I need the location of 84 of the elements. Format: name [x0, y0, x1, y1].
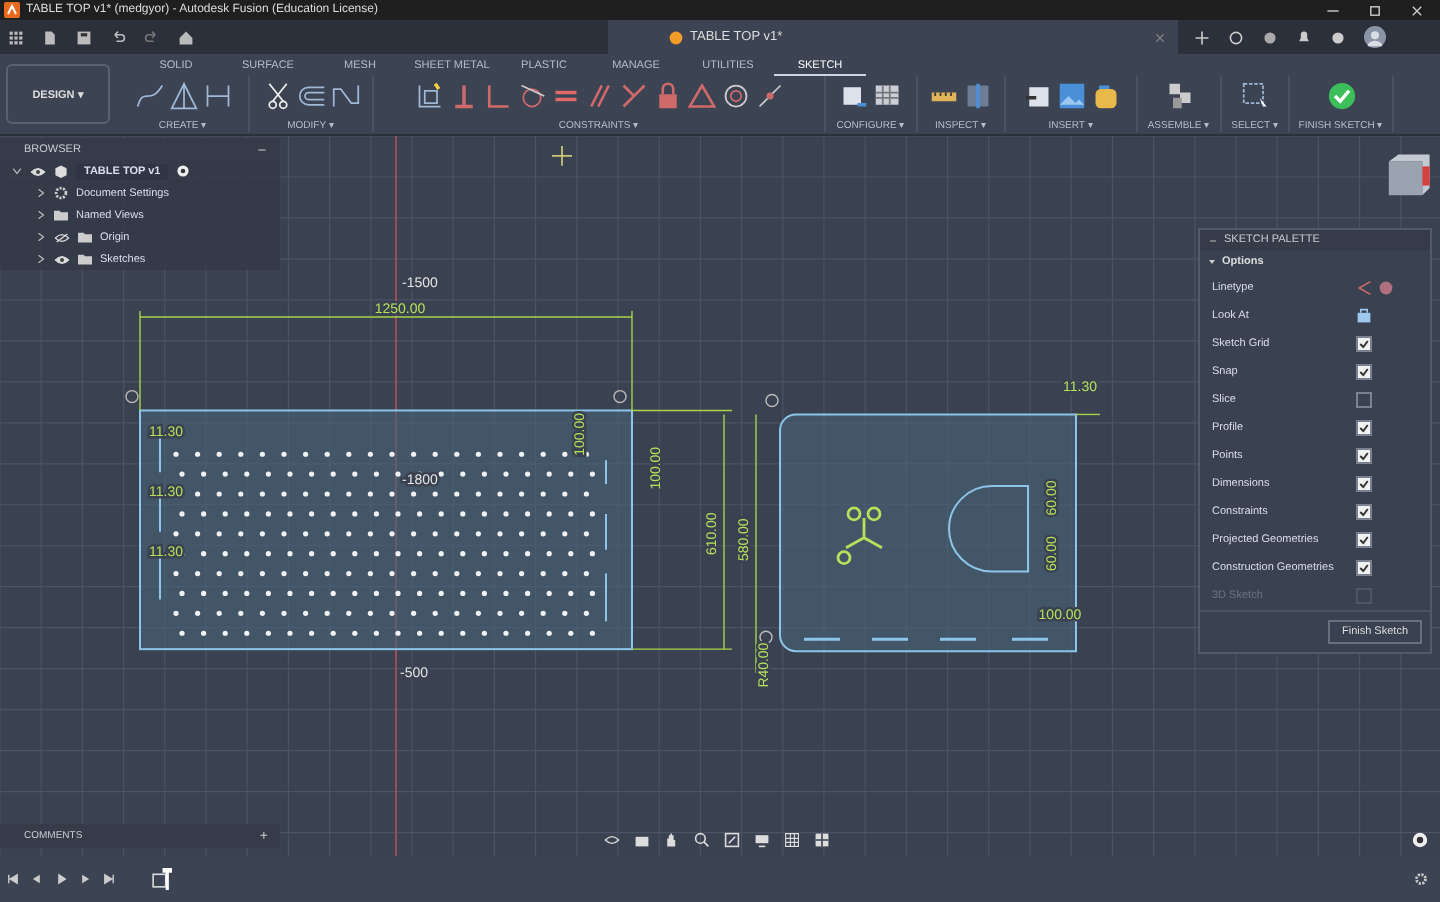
display-icon[interactable]	[754, 832, 770, 848]
section-icon[interactable]	[964, 81, 992, 109]
checkbox[interactable]	[1356, 448, 1372, 464]
select-icon[interactable]	[1241, 81, 1269, 109]
last-frame-icon[interactable]	[102, 872, 116, 886]
gear-icon	[54, 186, 68, 200]
caret-icon[interactable]	[1208, 258, 1216, 266]
collapse-icon[interactable]	[1208, 235, 1218, 245]
undo-icon[interactable]	[110, 29, 126, 45]
side-panel-profile[interactable]	[779, 413, 1077, 653]
perpendicular-icon[interactable]	[449, 81, 477, 109]
parallel-icon[interactable]	[585, 81, 613, 109]
image-icon[interactable]	[1057, 81, 1085, 109]
grid-menu-icon[interactable]	[8, 29, 24, 45]
settings-icon[interactable]	[1414, 872, 1428, 886]
collapse-icon[interactable]	[256, 143, 268, 155]
redo-icon[interactable]	[144, 29, 160, 45]
bell-icon[interactable]	[1296, 29, 1312, 45]
view-cube-icon[interactable]	[1384, 152, 1432, 200]
checkbox[interactable]	[1356, 420, 1372, 436]
h-shape-icon[interactable]	[203, 81, 231, 109]
cursor-crosshair-icon	[551, 145, 573, 167]
spline-icon[interactable]	[135, 81, 163, 109]
assemble-icon[interactable]	[1165, 81, 1193, 109]
maximize-icon[interactable]	[1368, 3, 1382, 17]
orientation-icon[interactable]	[1412, 832, 1428, 848]
previous-icon[interactable]	[30, 872, 44, 886]
triangle-icon[interactable]	[687, 81, 715, 109]
l-shape-icon[interactable]	[483, 81, 511, 109]
logo-drawing	[836, 506, 884, 565]
orbit-icon[interactable]	[604, 832, 620, 848]
offset-icon[interactable]	[297, 81, 325, 109]
scissors-icon[interactable]	[263, 81, 291, 109]
app-logo-icon	[4, 2, 20, 18]
look-at-icon[interactable]	[634, 832, 650, 848]
component-icon	[54, 164, 68, 178]
caret-icon[interactable]	[36, 232, 46, 242]
next-icon[interactable]	[78, 872, 92, 886]
insert-box-icon[interactable]	[1023, 81, 1051, 109]
concentric-circle-icon[interactable]	[721, 81, 749, 109]
file-icon[interactable]	[42, 29, 58, 45]
component-icon	[668, 29, 684, 45]
checkbox[interactable]	[1356, 336, 1372, 352]
checkbox[interactable]	[1356, 532, 1372, 548]
checkbox[interactable]	[1356, 504, 1372, 520]
caret-icon[interactable]	[36, 210, 46, 220]
checkbox[interactable]	[1356, 364, 1372, 380]
pan-hand-icon[interactable]	[664, 832, 680, 848]
sketch-feature-icon[interactable]	[150, 868, 172, 890]
semicircle-cutout	[948, 485, 1029, 573]
angle-icon[interactable]	[619, 81, 647, 109]
first-frame-icon[interactable]	[6, 872, 20, 886]
checkbox[interactable]	[1356, 476, 1372, 492]
radio-icon[interactable]	[176, 164, 191, 178]
checkbox[interactable]	[1356, 560, 1372, 576]
caret-icon[interactable]	[36, 254, 46, 264]
plus-icon[interactable]	[1194, 29, 1210, 45]
tangent-icon[interactable]	[517, 81, 545, 109]
zoom-icon[interactable]	[694, 832, 710, 848]
table-icon[interactable]	[874, 81, 902, 109]
save-icon[interactable]	[76, 29, 92, 45]
box-icon[interactable]	[840, 81, 868, 109]
eye-icon[interactable]	[54, 253, 70, 265]
look-at-icon[interactable]	[1356, 308, 1372, 324]
caret-icon[interactable]	[36, 188, 46, 198]
home-icon[interactable]	[178, 29, 194, 45]
play-icon[interactable]	[54, 872, 68, 886]
caret-icon[interactable]	[12, 166, 22, 176]
table-top-profile[interactable]	[139, 409, 633, 651]
eye-icon[interactable]	[30, 165, 46, 177]
checkmark-icon[interactable]	[1327, 81, 1355, 109]
checkbox[interactable]	[1356, 392, 1372, 408]
fit-icon[interactable]	[724, 832, 740, 848]
construction-line-icon[interactable]	[1356, 280, 1372, 296]
eye-icon[interactable]	[54, 231, 70, 243]
close-icon[interactable]	[1410, 3, 1424, 17]
grid-icon[interactable]	[784, 832, 800, 848]
extend-icon[interactable]	[331, 81, 359, 109]
sketch-dimension-icon[interactable]	[415, 81, 443, 109]
lock-icon[interactable]	[653, 81, 681, 109]
package-icon[interactable]	[1091, 81, 1119, 109]
triangle-icon[interactable]	[169, 81, 197, 109]
midpoint-icon[interactable]	[755, 81, 783, 109]
avatar-icon[interactable]	[1364, 26, 1386, 48]
